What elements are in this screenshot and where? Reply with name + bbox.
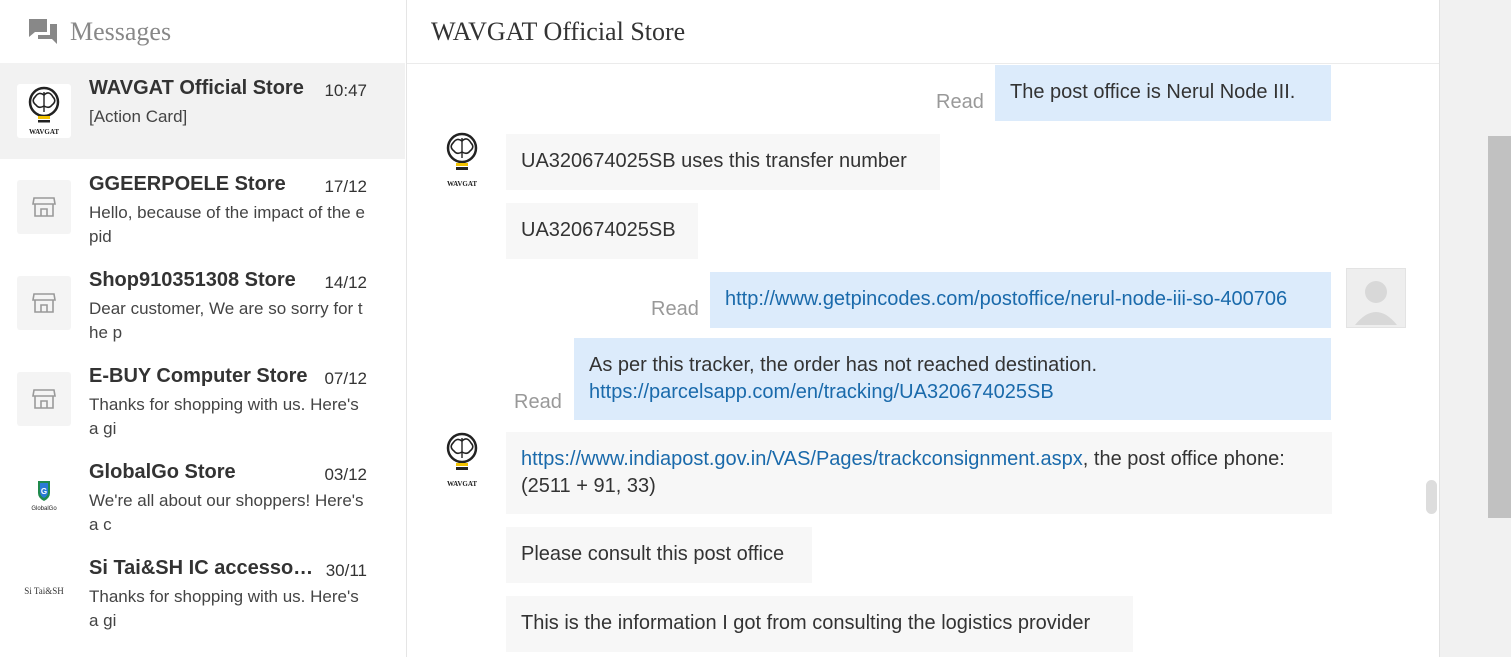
message-bubble-outgoing: As per this tracker, the order has not r… [574, 338, 1331, 420]
message-link[interactable]: https://parcelsapp.com/en/tracking/UA320… [589, 381, 1054, 403]
read-receipt: Read [651, 298, 699, 320]
conversation-date: 07/12 [324, 369, 367, 388]
conversation-item[interactable]: G GlobalGo GlobalGo Store 03/12 We're al… [0, 447, 405, 543]
conversation-item[interactable]: WAVGAT WAVGAT Official Store 10:47 [Acti… [0, 63, 405, 159]
message-text: UA320674025SB uses this transfer number [521, 150, 907, 172]
conversation-date: 17/12 [324, 177, 367, 196]
svg-text:WAVGAT: WAVGAT [29, 128, 59, 136]
chat-scrollbar-thumb[interactable] [1426, 480, 1437, 514]
conversation-item[interactable]: E-BUY Computer Store 07/12 Thanks for sh… [0, 351, 405, 447]
message-bubble-outgoing: http://www.getpincodes.com/postoffice/ne… [710, 272, 1331, 328]
chat-title: WAVGAT Official Store [407, 0, 1439, 64]
conversation-snippet: Thanks for shopping with us. Here's a gi [89, 395, 359, 438]
conversation-name: Shop910351308 Store [89, 269, 296, 291]
store-icon [17, 372, 71, 426]
conversation-name: E-BUY Computer Store [89, 365, 308, 387]
conversation-name: GGEERPOELE Store [89, 173, 286, 195]
svg-text:Si Tai&SH: Si Tai&SH [24, 586, 64, 596]
conversation-item[interactable]: GGEERPOELE Store 17/12 Hello, because of… [0, 159, 405, 255]
message-text: The post office is Nerul Node III. [1010, 81, 1296, 103]
message-text: This is the information I got from consu… [521, 612, 1091, 634]
conversation-item[interactable]: Si Tai&SH Si Tai&SH IC accessories Store… [0, 543, 405, 639]
message-bubble-incoming: Please consult this post office [506, 527, 812, 583]
sidebar-header: Messages [0, 0, 406, 63]
wavgat-logo: WAVGAT [442, 130, 482, 192]
wavgat-logo: WAVGAT [442, 430, 482, 492]
conversation-snippet: [Action Card] [89, 107, 188, 126]
store-icon [17, 180, 71, 234]
conversation-date: 10:47 [324, 81, 367, 100]
message-text: As per this tracker, the order has not r… [589, 354, 1098, 376]
message-bubble-outgoing: The post office is Nerul Node III. [995, 65, 1331, 121]
message-link[interactable]: http://www.getpincodes.com/postoffice/ne… [725, 288, 1287, 310]
wavgat-logo: WAVGAT [17, 84, 71, 138]
svg-text:GlobalGo: GlobalGo [31, 506, 57, 512]
message-bubble-incoming: This is the information I got from consu… [506, 596, 1133, 652]
message-bubble-incoming: UA320674025SB uses this transfer number [506, 134, 940, 190]
chat-bubbles-icon [29, 18, 57, 44]
conversation-sidebar: Messages WAVGAT WAVGAT Official Store 10… [0, 0, 407, 657]
read-receipt: Read [514, 391, 562, 413]
conversation-snippet: Hello, because of the impact of the epid [89, 203, 365, 246]
conversation-date: 03/12 [324, 465, 367, 484]
conversation-name: GlobalGo Store [89, 461, 236, 483]
user-avatar-icon [1346, 268, 1406, 328]
conversation-item[interactable]: Shop910351308 Store 14/12 Dear customer,… [0, 255, 405, 351]
message-text: UA320674025SB [521, 219, 676, 241]
conversation-snippet: Dear customer, We are so sorry for the p [89, 299, 363, 342]
svg-text:WAVGAT: WAVGAT [447, 480, 477, 488]
svg-text:WAVGAT: WAVGAT [447, 180, 477, 188]
sitai-logo: Si Tai&SH [17, 564, 71, 618]
conversation-snippet: Thanks for shopping with us. Here's a gi [89, 587, 359, 630]
svg-text:G: G [41, 487, 47, 496]
conversation-snippet: We're all about our shoppers! Here's a c [89, 491, 364, 534]
conversation-name: WAVGAT Official Store [89, 77, 304, 99]
sidebar-title: Messages [70, 16, 172, 46]
page-scrollbar-thumb[interactable] [1488, 136, 1511, 518]
globalgo-logo: G GlobalGo [17, 468, 71, 522]
read-receipt: Read [936, 91, 984, 113]
message-link[interactable]: https://www.indiapost.gov.in/VAS/Pages/t… [521, 448, 1083, 470]
conversation-name: Si Tai&SH IC accessories Store [89, 557, 315, 579]
store-icon [17, 276, 71, 330]
conversation-date: 14/12 [324, 273, 367, 292]
message-text: Please consult this post office [521, 543, 785, 565]
conversation-date: 30/11 [325, 561, 367, 580]
message-bubble-incoming: https://www.indiapost.gov.in/VAS/Pages/t… [506, 432, 1332, 514]
message-bubble-incoming: UA320674025SB [506, 203, 698, 259]
